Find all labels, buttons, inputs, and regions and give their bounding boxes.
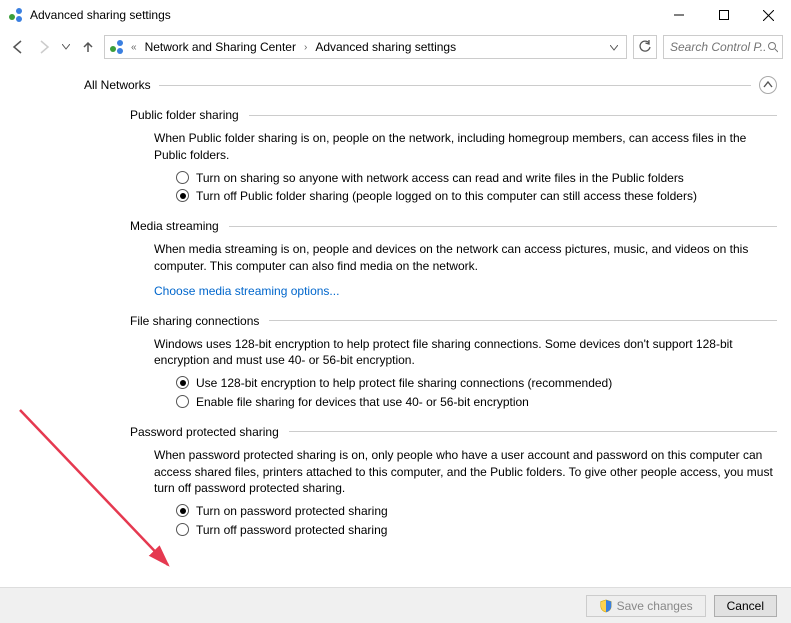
refresh-button[interactable] — [633, 35, 657, 59]
recent-locations-button[interactable] — [60, 37, 72, 57]
footer-bar: Save changes Cancel — [0, 587, 791, 623]
title-bar: Advanced sharing settings — [0, 0, 791, 30]
search-icon — [767, 41, 778, 53]
public-folder-description: When Public folder sharing is on, people… — [154, 130, 777, 164]
media-streaming-options-link[interactable]: Choose media streaming options... — [154, 284, 339, 298]
radio-icon — [176, 504, 189, 517]
radio-icon — [176, 523, 189, 536]
up-button[interactable] — [78, 37, 98, 57]
password-sharing-description: When password protected sharing is on, o… — [154, 447, 777, 497]
search-box[interactable] — [663, 35, 783, 59]
group-media-streaming: Media streaming — [130, 219, 791, 233]
media-streaming-description: When media streaming is on, people and d… — [154, 241, 777, 275]
content-area: All Networks Public folder sharing When … — [0, 64, 791, 589]
section-all-networks[interactable]: All Networks — [84, 76, 791, 94]
minimize-button[interactable] — [656, 0, 701, 30]
radio-icon — [176, 395, 189, 408]
radio-public-folder-off[interactable]: Turn off Public folder sharing (people l… — [176, 188, 777, 205]
radio-icon — [176, 376, 189, 389]
radio-label: Turn on sharing so anyone with network a… — [196, 170, 684, 187]
cancel-button[interactable]: Cancel — [714, 595, 777, 617]
address-dropdown-icon[interactable] — [606, 40, 622, 54]
radio-label: Use 128-bit encryption to help protect f… — [196, 375, 612, 392]
navigation-bar: « Network and Sharing Center › Advanced … — [0, 30, 791, 64]
radio-password-off[interactable]: Turn off password protected sharing — [176, 522, 777, 539]
radio-public-folder-on[interactable]: Turn on sharing so anyone with network a… — [176, 170, 777, 187]
radio-icon — [176, 171, 189, 184]
save-changes-button[interactable]: Save changes — [586, 595, 706, 617]
maximize-button[interactable] — [701, 0, 746, 30]
radio-label: Turn off password protected sharing — [196, 522, 387, 539]
group-file-sharing-connections: File sharing connections — [130, 314, 791, 328]
radio-label: Turn off Public folder sharing (people l… — [196, 188, 697, 205]
radio-password-on[interactable]: Turn on password protected sharing — [176, 503, 777, 520]
section-title: All Networks — [84, 78, 151, 92]
shield-icon — [599, 599, 613, 613]
address-bar[interactable]: « Network and Sharing Center › Advanced … — [104, 35, 627, 59]
radio-label: Turn on password protected sharing — [196, 503, 388, 520]
breadcrumb-current[interactable]: Advanced sharing settings — [313, 40, 458, 54]
radio-encryption-128[interactable]: Use 128-bit encryption to help protect f… — [176, 375, 777, 392]
button-label: Save changes — [617, 599, 693, 613]
chevron-up-icon — [763, 81, 773, 89]
group-password-protected-sharing: Password protected sharing — [130, 425, 791, 439]
chevron-right-icon: › — [302, 42, 309, 53]
group-title-label: Public folder sharing — [130, 108, 239, 122]
close-button[interactable] — [746, 0, 791, 30]
button-label: Cancel — [727, 599, 764, 613]
file-sharing-description: Windows uses 128-bit encryption to help … — [154, 336, 777, 370]
network-app-icon — [8, 7, 24, 23]
radio-icon — [176, 189, 189, 202]
breadcrumb-parent[interactable]: Network and Sharing Center — [143, 40, 298, 54]
collapse-toggle[interactable] — [759, 76, 777, 94]
search-input[interactable] — [668, 39, 767, 55]
group-title-label: File sharing connections — [130, 314, 259, 328]
radio-label: Enable file sharing for devices that use… — [196, 394, 529, 411]
window-title: Advanced sharing settings — [30, 8, 656, 22]
group-public-folder-sharing: Public folder sharing — [130, 108, 791, 122]
group-title-label: Media streaming — [130, 219, 219, 233]
back-button[interactable] — [8, 37, 28, 57]
forward-button[interactable] — [34, 37, 54, 57]
network-app-icon — [109, 39, 125, 55]
group-title-label: Password protected sharing — [130, 425, 279, 439]
breadcrumb-overflow-icon[interactable]: « — [129, 42, 139, 53]
radio-encryption-40-56[interactable]: Enable file sharing for devices that use… — [176, 394, 777, 411]
